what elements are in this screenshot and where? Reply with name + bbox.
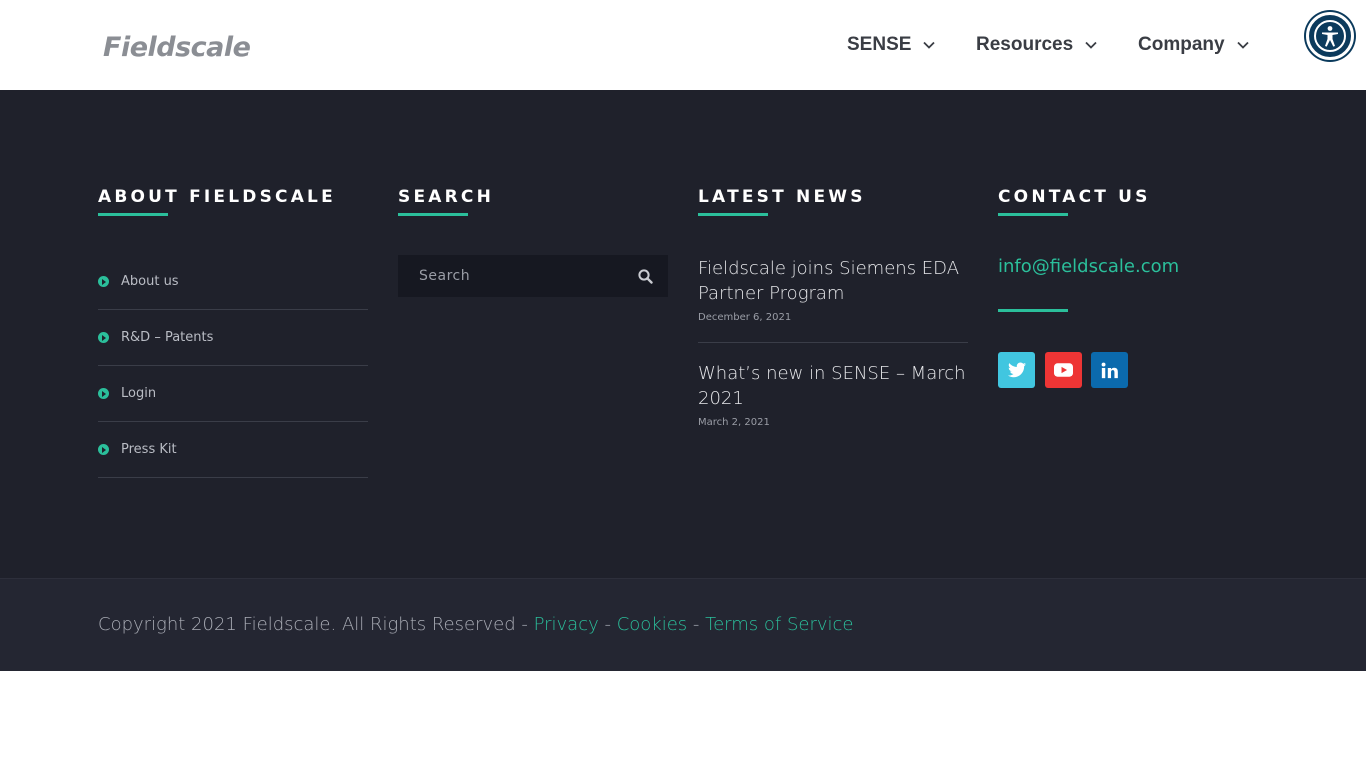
logo-text: Fieldscale <box>103 31 251 63</box>
footer-link-label: R&D – Patents <box>121 330 214 345</box>
youtube-icon <box>1053 363 1073 377</box>
search-icon <box>637 268 653 284</box>
search-form <box>398 255 668 297</box>
terms-link[interactable]: Terms of Service <box>705 614 853 635</box>
twitter-icon <box>1007 362 1026 378</box>
footer-link-about-us[interactable]: About us <box>98 254 368 310</box>
search-title-underline <box>398 213 468 216</box>
youtube-button[interactable] <box>1044 352 1082 388</box>
separator: - <box>687 614 706 635</box>
footer-link-press-kit[interactable]: Press Kit <box>98 422 368 478</box>
chevron-down-icon <box>923 41 936 49</box>
news-item: What’s new in SENSE – March 2021 March 2… <box>698 361 968 447</box>
news-item-date: December 6, 2021 <box>698 312 792 323</box>
news-title: LATEST NEWS <box>698 187 866 207</box>
arrow-circle-icon <box>98 444 109 455</box>
about-links: About us R&D – Patents Login Press Kit <box>98 254 368 478</box>
news-item-date: March 2, 2021 <box>698 417 770 428</box>
nav-company-label: Company <box>1138 34 1225 55</box>
arrow-circle-icon <box>98 332 109 343</box>
accessibility-button[interactable] <box>1306 12 1354 60</box>
news-title-underline <box>698 213 768 216</box>
nav-resources[interactable]: Resources <box>976 30 1097 60</box>
twitter-button[interactable] <box>998 352 1035 388</box>
nav-company[interactable]: Company <box>1138 30 1249 60</box>
contact-title: CONTACT US <box>998 187 1151 207</box>
nav-sense[interactable]: SENSE <box>847 30 936 60</box>
about-title-underline <box>98 213 168 216</box>
chevron-down-icon <box>1085 41 1097 49</box>
fieldscale-logo[interactable]: Fieldscale <box>103 26 251 68</box>
footer-link-label: About us <box>121 274 179 289</box>
linkedin-icon <box>1101 362 1118 378</box>
news-item: Fieldscale joins Siemens EDA Partner Pro… <box>698 256 968 343</box>
nav-sense-label: SENSE <box>847 34 912 55</box>
copyright-bar: Copyright 2021 Fieldscale. All Rights Re… <box>0 578 1366 671</box>
social-links <box>998 352 1138 388</box>
footer-link-login[interactable]: Login <box>98 366 368 422</box>
news-list: Fieldscale joins Siemens EDA Partner Pro… <box>698 256 968 465</box>
footer-link-label: Login <box>121 386 157 401</box>
news-item-title[interactable]: What’s new in SENSE – March 2021 <box>698 361 968 411</box>
footer-widgets: ABOUT FIELDSCALE About us R&D – Patents … <box>0 90 1366 578</box>
news-item-title[interactable]: Fieldscale joins Siemens EDA Partner Pro… <box>698 256 968 306</box>
footer-link-rd-patents[interactable]: R&D – Patents <box>98 310 368 366</box>
privacy-link[interactable]: Privacy <box>534 614 599 635</box>
arrow-circle-icon <box>98 388 109 399</box>
nav-resources-label: Resources <box>976 34 1074 55</box>
chevron-down-icon <box>1236 41 1249 49</box>
cookies-link[interactable]: Cookies <box>617 614 687 635</box>
about-title: ABOUT FIELDSCALE <box>98 187 336 207</box>
search-title: SEARCH <box>398 187 495 207</box>
footer-link-label: Press Kit <box>121 442 177 457</box>
copyright-text: Copyright 2021 Fieldscale. All Rights Re… <box>98 614 853 635</box>
copyright-label: Copyright 2021 Fieldscale. All Rights Re… <box>98 614 534 635</box>
search-button[interactable] <box>622 255 668 297</box>
linkedin-button[interactable] <box>1091 352 1128 388</box>
arrow-circle-icon <box>98 276 109 287</box>
separator: - <box>598 614 617 635</box>
site-header: Fieldscale SENSE Resources Company <box>0 0 1366 90</box>
contact-email-link[interactable]: info@fieldscale.com <box>998 256 1179 277</box>
contact-title-underline <box>998 213 1068 216</box>
accessibility-icon <box>1314 20 1346 52</box>
contact-divider <box>998 309 1068 312</box>
search-input[interactable] <box>398 255 622 297</box>
